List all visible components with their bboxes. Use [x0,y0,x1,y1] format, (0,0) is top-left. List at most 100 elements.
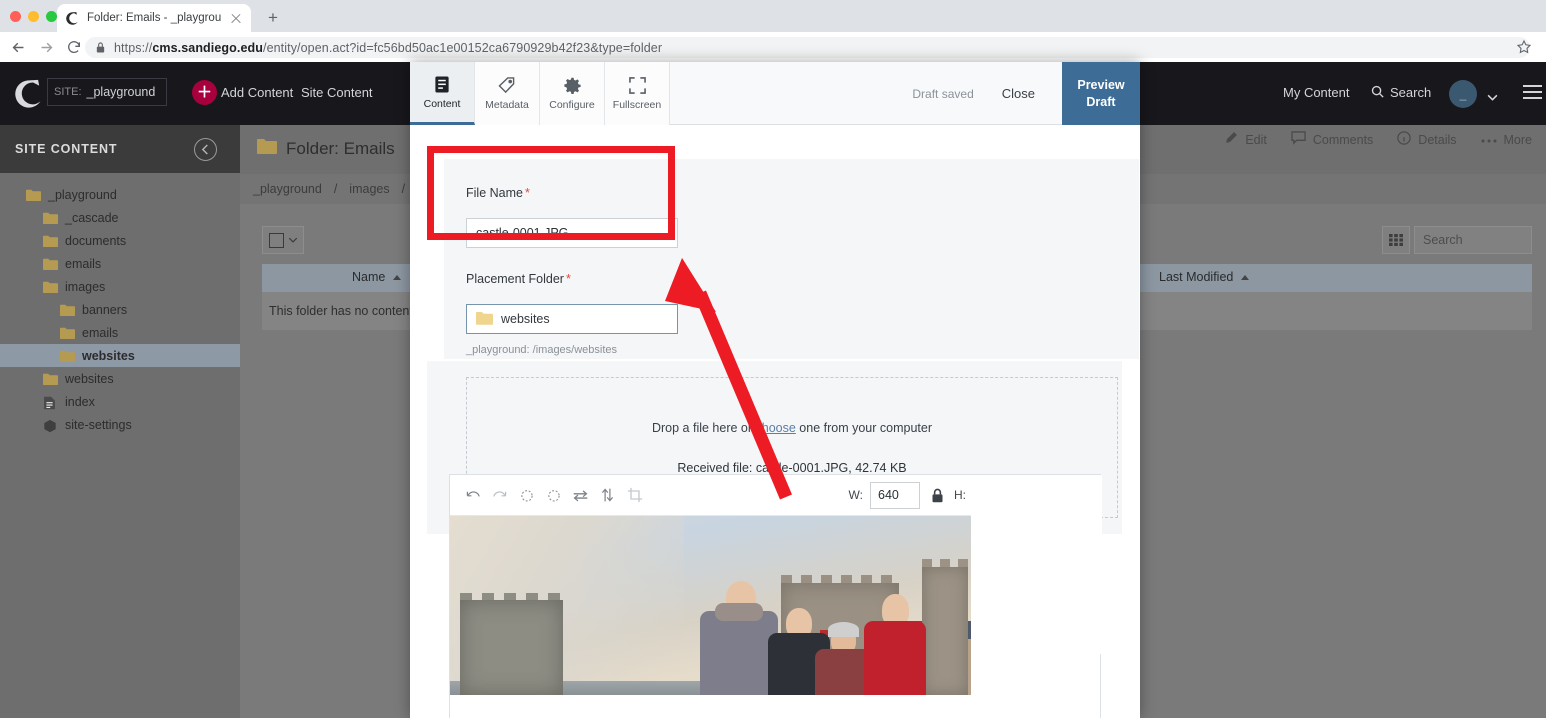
folder-icon [43,258,58,270]
search-input[interactable]: Search [1414,226,1532,254]
action-label: Comments [1312,132,1374,147]
redo-icon[interactable] [486,482,513,509]
close-button[interactable]: Close [1002,86,1035,101]
sidebar-item-banners[interactable]: banners [0,298,240,321]
width-input[interactable]: 640 [870,481,920,509]
sidebar-item-label: site-settings [65,417,132,432]
bulk-select-dropdown[interactable] [262,226,304,254]
menu-hamburger-icon[interactable] [1523,85,1542,100]
my-content-button[interactable]: My Content [1283,85,1349,100]
browser-tab[interactable]: Folder: Emails - _playground | C [57,4,251,32]
minimize-window-button[interactable] [28,11,39,22]
bookmark-star-icon[interactable] [1516,39,1532,55]
action-label: Edit [1245,132,1267,147]
placement-folder-value: websites [501,312,550,326]
site-selector[interactable]: SITE: _playground [47,78,167,106]
action-more-button[interactable]: More [1481,133,1532,147]
sidebar-item-playground[interactable]: _playground [0,183,240,206]
height-label: H: [954,488,966,502]
close-window-button[interactable] [10,11,21,22]
action-edit-button[interactable]: Edit [1224,131,1267,148]
window-controls[interactable] [10,11,57,22]
sidebar-item-emails[interactable]: emails [0,321,240,344]
sidebar-item-images[interactable]: images [0,275,240,298]
crop-icon[interactable] [621,482,648,509]
sidebar-item-websites[interactable]: websites [0,367,240,390]
add-content-plus-icon[interactable] [192,80,217,105]
column-header-last-modified[interactable]: Last Modified [1159,270,1250,284]
screenshot-root: Folder: Emails - _playground | C + https… [0,0,1546,718]
rotate-right-icon[interactable] [540,482,567,509]
column-header-name[interactable]: Name [352,270,402,284]
tab-close-icon[interactable] [229,11,243,25]
tab-label: Metadata [485,99,529,111]
grid-view-icon[interactable] [1382,226,1410,254]
rotate-left-icon[interactable] [513,482,540,509]
new-tab-button[interactable]: + [264,9,282,27]
sidebar-item-index[interactable]: index [0,390,240,413]
search-button[interactable]: Search [1390,85,1431,100]
avatar[interactable]: _ [1449,80,1477,108]
lock-aspect-ratio-icon[interactable] [927,488,947,503]
folder-icon [60,327,75,339]
sidebar-item-emails[interactable]: emails [0,252,240,275]
action-details-button[interactable]: Details [1397,131,1457,148]
file-name-label: File Name * [466,186,530,200]
undo-icon[interactable] [459,482,486,509]
forward-icon[interactable] [32,33,60,61]
page-title-text: Folder: Emails [286,138,395,158]
breadcrumb-item[interactable]: _playground [249,182,326,196]
expand-icon [628,76,646,95]
placement-folder-label: Placement Folder * [466,272,571,286]
flip-vertical-icon[interactable] [594,482,621,509]
back-icon[interactable] [4,33,32,61]
sidebar-item-label: emails [65,256,102,271]
sidebar-item-documents[interactable]: documents [0,229,240,252]
modal-header-right: Draft saved Close Preview Draft [912,62,1140,125]
photo-castle-turret [922,559,968,695]
folder-icon [60,304,75,316]
preview-draft-button[interactable]: Preview Draft [1062,62,1140,125]
content-tree: _playground _cascade documents emails images… [0,183,240,436]
site-content-button[interactable]: Site Content [301,85,373,100]
checkbox-icon[interactable] [268,232,284,248]
sidebar-title: SITE CONTENT [15,142,118,156]
maximize-window-button[interactable] [46,11,57,22]
chevron-down-icon[interactable] [1487,88,1498,101]
flip-horizontal-icon[interactable] [567,482,594,509]
folder-icon [257,138,277,159]
sidebar-item-cascade[interactable]: _cascade [0,206,240,229]
document-icon [434,75,450,94]
sidebar-item-websites[interactable]: websites [0,344,240,367]
ellipsis-icon [1481,133,1497,147]
tab-content[interactable]: Content [410,62,475,125]
cascade-favicon-icon [65,11,80,26]
action-comments-button[interactable]: Comments [1291,131,1373,148]
tab-metadata[interactable]: Metadata [475,62,540,125]
folder-icon [43,235,58,247]
breadcrumb-separator: / [333,182,338,196]
address-bar[interactable]: https://cms.sandiego.edu/entity/open.act… [85,37,1530,58]
sidebar-item-site-settings[interactable]: site-settings [0,413,240,436]
reload-icon[interactable] [60,33,88,61]
sidebar-item-label: images [65,279,106,294]
breadcrumb-item[interactable]: images [345,182,393,196]
gear-icon [563,76,581,95]
modal-tab-bar: Content Metadata Configure Fullscreen Draft… [410,62,1140,125]
collapse-sidebar-button[interactable] [194,138,217,161]
sidebar-item-label: _cascade [65,210,119,225]
placement-folder-input[interactable]: websites [466,304,678,334]
sidebar-item-label: _playground [48,187,117,202]
required-marker: * [524,186,530,200]
add-content-button[interactable]: Add Content [221,85,293,100]
choose-file-link[interactable]: choose [756,421,796,435]
tab-configure[interactable]: Configure [540,62,605,125]
browser-tab-title: Folder: Emails - _playground | C [87,12,222,24]
folder-icon [476,311,493,328]
folder-icon [43,212,58,224]
cms-application: SITE: _playground Add Content Site Conte… [0,62,1546,718]
file-name-input[interactable]: castle-0001.JPG [466,218,678,248]
tab-fullscreen[interactable]: Fullscreen [605,62,670,125]
browser-tab-bar: Folder: Emails - _playground | C + [0,0,1546,32]
search-icon[interactable] [1370,84,1385,99]
